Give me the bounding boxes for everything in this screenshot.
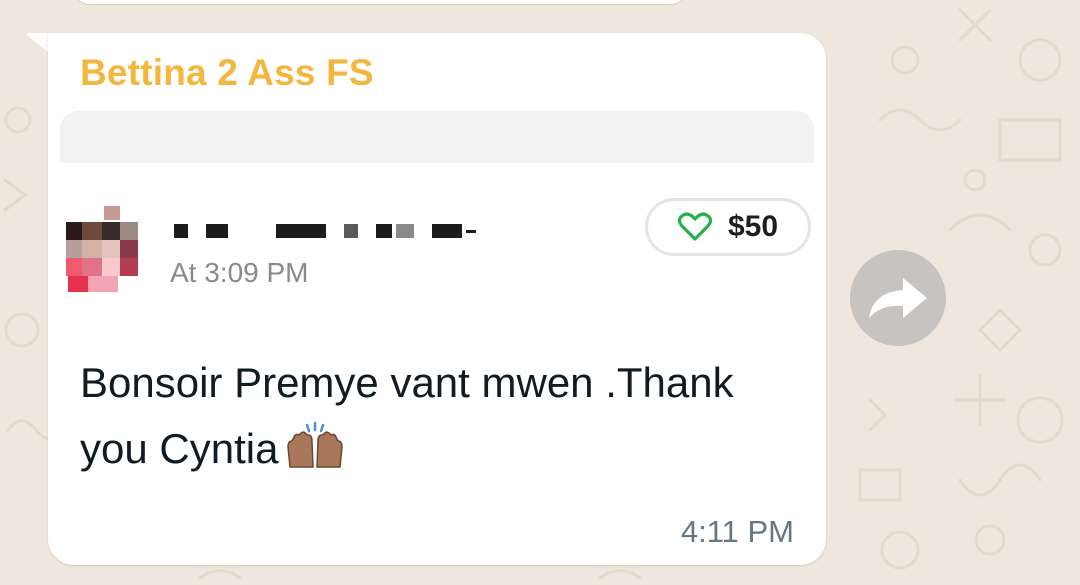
previous-message-bubble [75,0,685,4]
message-body: Bonsoir Premye vant mwen .Thank you Cynt… [80,359,734,472]
quoted-timestamp: At 3:09 PM [170,257,309,288]
avatar [62,206,140,294]
tip-badge[interactable]: $50 [645,198,811,256]
quoted-message-header[interactable] [60,111,814,163]
message-text: Bonsoir Premye vant mwen .Thank you Cynt… [80,350,740,482]
tip-amount: $50 [727,210,779,243]
raising-hands-emoji [287,421,344,468]
redacted-username [174,224,476,238]
forward-arrow-icon [869,278,927,318]
message-timestamp: 4:11 PM [680,514,794,549]
heart-icon [677,212,712,241]
forward-button[interactable] [850,250,946,346]
sender-name[interactable]: Bettina 2 Ass FS [80,52,374,94]
